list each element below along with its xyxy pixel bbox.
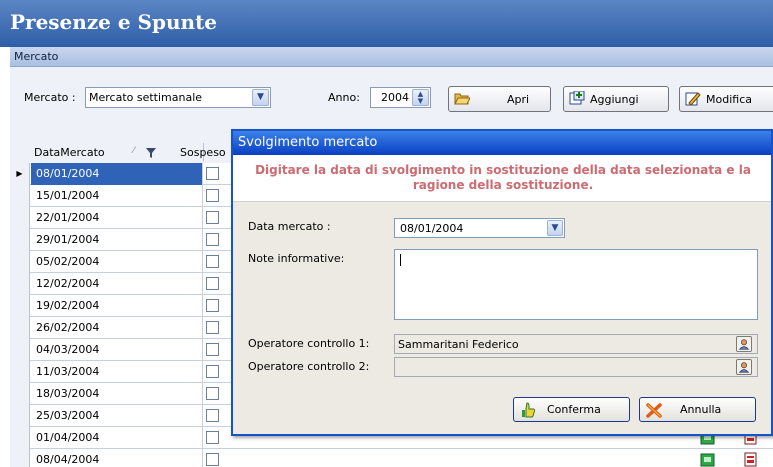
operatore2-field[interactable] <box>394 357 758 377</box>
anno-value: 2004 <box>381 91 409 104</box>
chevron-down-icon[interactable]: ▼ <box>547 220 563 236</box>
row-indicator[interactable] <box>10 229 30 251</box>
mercato-combo[interactable]: Mercato settimanale ▼ <box>85 87 271 108</box>
section-header: Mercato <box>10 47 773 67</box>
row-indicator[interactable]: ▶ <box>10 163 30 185</box>
dialog-title: Svolgimento mercato <box>238 135 378 150</box>
green-card-icon[interactable] <box>700 452 715 467</box>
row-indicator[interactable] <box>10 317 30 339</box>
add-record-icon <box>569 91 585 105</box>
datamercato-cell[interactable]: 08/04/2004 <box>31 449 203 467</box>
apri-button[interactable]: Apri <box>448 86 551 112</box>
user-search-icon[interactable] <box>736 336 752 352</box>
datamercato-cell[interactable]: 22/01/2004 <box>31 207 203 229</box>
datamercato-cell[interactable]: 18/03/2004 <box>31 383 203 405</box>
operatore2-label: Operatore controllo 2: <box>248 360 370 373</box>
data-mercato-value: 08/01/2004 <box>400 222 464 235</box>
sospeso-checkbox[interactable] <box>206 453 219 466</box>
datamercato-cell[interactable]: 01/04/2004 <box>31 427 203 449</box>
modifica-button[interactable]: Modifica <box>679 86 773 112</box>
filter-icon[interactable] <box>146 148 156 158</box>
dialog-title-bar[interactable]: Svolgimento mercato <box>233 131 771 155</box>
sospeso-checkbox[interactable] <box>206 365 219 378</box>
sospeso-checkbox[interactable] <box>206 277 219 290</box>
aggiungi-button[interactable]: Aggiungi <box>563 86 669 112</box>
datamercato-cell[interactable]: 12/02/2004 <box>31 273 203 295</box>
row-indicator[interactable] <box>10 207 30 229</box>
svolgimento-mercato-dialog: Svolgimento mercato Digitare la data di … <box>231 129 773 436</box>
sospeso-checkbox[interactable] <box>206 167 219 180</box>
cancel-x-icon <box>646 403 662 418</box>
datamercato-cell[interactable]: 25/03/2004 <box>31 405 203 427</box>
sospeso-checkbox[interactable] <box>206 255 219 268</box>
annulla-button[interactable]: Annulla <box>639 397 756 422</box>
toolbar: Mercato : Mercato settimanale ▼ Anno: 20… <box>10 67 773 131</box>
row-indicator[interactable] <box>10 383 30 405</box>
row-indicator[interactable] <box>10 185 30 207</box>
app-title-bar: Presenze e Spunte <box>0 0 773 47</box>
text-caret <box>400 254 401 266</box>
thumbs-up-icon <box>522 402 536 418</box>
anno-spinner[interactable]: 2004 ▲ ▼ <box>370 87 431 108</box>
aggiungi-label: Aggiungi <box>590 93 639 106</box>
table-row[interactable]: 08/04/2004 <box>10 449 773 467</box>
sospeso-checkbox[interactable] <box>206 387 219 400</box>
data-mercato-label: Data mercato : <box>248 220 331 233</box>
anno-label: Anno: <box>328 91 360 104</box>
operatore1-field[interactable]: Sammaritani Federico <box>394 334 758 354</box>
datamercato-cell[interactable]: 04/03/2004 <box>31 339 203 361</box>
row-indicator[interactable] <box>10 449 30 467</box>
datamercato-cell[interactable]: 19/02/2004 <box>31 295 203 317</box>
sospeso-checkbox[interactable] <box>206 211 219 224</box>
app-title: Presenze e Spunte <box>10 10 218 34</box>
sospeso-checkbox[interactable] <box>206 299 219 312</box>
dialog-message-box: Digitare la data di svolgimento in sosti… <box>233 155 771 202</box>
note-informative-label: Note informative: <box>248 252 345 265</box>
section-label: Mercato <box>14 50 59 63</box>
column-header-datamercato[interactable]: DataMercato <box>34 146 105 159</box>
row-indicator[interactable] <box>10 295 30 317</box>
row-indicator[interactable] <box>10 251 30 273</box>
sospeso-checkbox[interactable] <box>206 431 219 444</box>
column-header-sospeso[interactable]: Sospeso <box>180 146 226 159</box>
mercato-combo-value: Mercato settimanale <box>89 91 203 104</box>
sospeso-checkbox[interactable] <box>206 233 219 246</box>
folder-open-icon <box>454 93 470 105</box>
conferma-button[interactable]: Conferma <box>513 397 630 422</box>
chevron-down-icon[interactable]: ▼ <box>252 89 269 106</box>
sospeso-checkbox[interactable] <box>206 343 219 356</box>
row-indicator[interactable] <box>10 405 30 427</box>
user-search-icon[interactable] <box>736 359 752 375</box>
sospeso-checkbox[interactable] <box>206 409 219 422</box>
spin-up-down-icon[interactable]: ▲ ▼ <box>412 89 429 106</box>
sort-indicator-icon: ⁄ <box>133 146 135 156</box>
datamercato-cell[interactable]: 15/01/2004 <box>31 185 203 207</box>
apri-label: Apri <box>507 93 530 106</box>
data-mercato-combo[interactable]: 08/01/2004 ▼ <box>394 218 565 238</box>
report-icon[interactable] <box>744 452 757 467</box>
row-indicator[interactable] <box>10 361 30 383</box>
edit-icon <box>685 92 701 106</box>
annulla-label: Annulla <box>680 403 722 416</box>
datamercato-cell[interactable]: 08/01/2004 <box>31 163 203 185</box>
sospeso-checkbox[interactable] <box>206 321 219 334</box>
datamercato-cell[interactable]: 05/02/2004 <box>31 251 203 273</box>
modifica-label: Modifica <box>706 93 752 106</box>
conferma-label: Conferma <box>547 403 601 416</box>
note-informative-textarea[interactable] <box>394 249 758 320</box>
sospeso-checkbox[interactable] <box>206 189 219 202</box>
row-indicator[interactable] <box>10 427 30 449</box>
dialog-message: Digitare la data di svolgimento in sosti… <box>255 163 751 192</box>
row-indicator[interactable] <box>10 339 30 361</box>
mercato-label: Mercato : <box>24 91 76 104</box>
datamercato-cell[interactable]: 11/03/2004 <box>31 361 203 383</box>
operatore1-label: Operatore controllo 1: <box>248 337 370 350</box>
row-indicator[interactable] <box>10 273 30 295</box>
datamercato-cell[interactable]: 26/02/2004 <box>31 317 203 339</box>
datamercato-cell[interactable]: 29/01/2004 <box>31 229 203 251</box>
operatore1-value: Sammaritani Federico <box>398 338 519 351</box>
